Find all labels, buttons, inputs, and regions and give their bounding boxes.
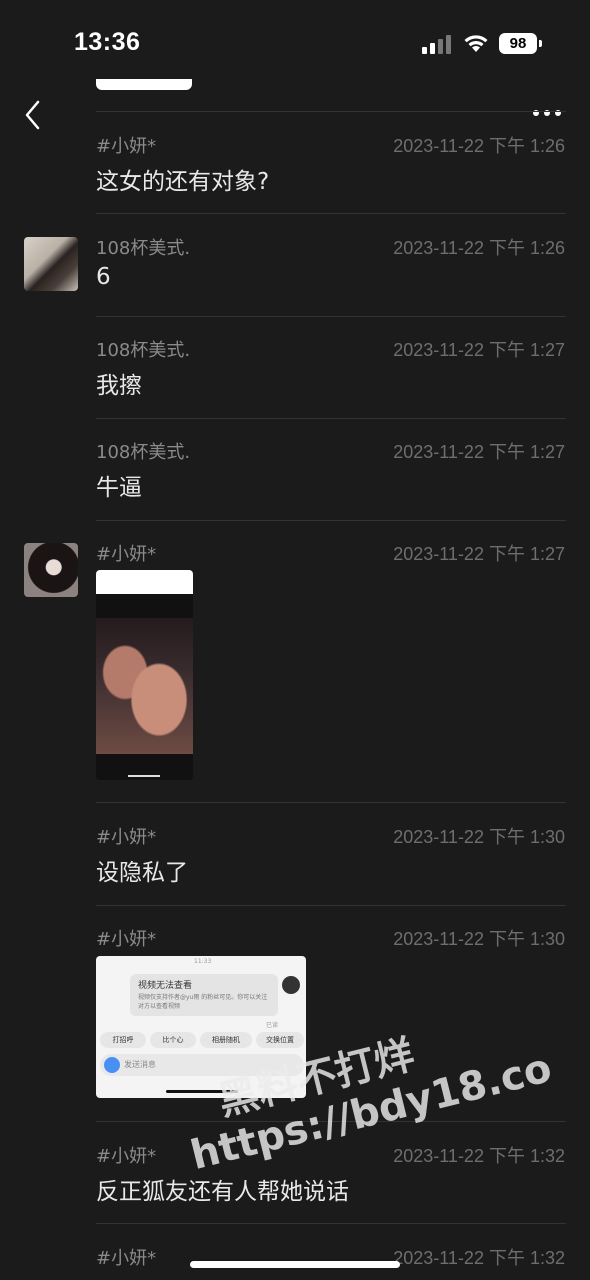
message-text[interactable]: 反正狐友还有人帮她说话 xyxy=(96,1172,349,1206)
sender-name: 108杯美式. xyxy=(96,238,191,259)
chip: 打招呼 xyxy=(100,1032,146,1048)
previous-content-edge xyxy=(96,79,192,90)
chip: 交换位置 xyxy=(256,1032,304,1048)
message-time: 2023-11-22 下午 1:26 xyxy=(393,136,565,156)
divider xyxy=(96,316,566,317)
message-time: 2023-11-22 下午 1:32 xyxy=(393,1146,565,1166)
sender-name: #小妍* xyxy=(96,827,157,848)
message-text[interactable]: 6 xyxy=(96,264,111,290)
screenshot-title: 视频无法查看 xyxy=(138,981,193,991)
screenshot-read-label: 已读 xyxy=(266,1022,279,1029)
status-bar: 13:36 98 xyxy=(0,0,590,90)
sender-name: #小妍* xyxy=(96,929,157,950)
screenshot-input-icon xyxy=(104,1057,120,1073)
divider xyxy=(96,520,566,521)
screenshot-input-placeholder: 发送消息 xyxy=(124,1060,156,1069)
screenshot-body: 视频仅支持作者@yu雨 的粉丝可见。你可以关注对方以查看视频 xyxy=(138,994,268,1010)
back-arrow-icon[interactable] xyxy=(20,97,50,133)
message-text[interactable]: 这女的还有对象? xyxy=(96,162,269,196)
sender-name: #小妍* xyxy=(96,1248,157,1269)
avatar[interactable] xyxy=(24,543,78,597)
message-time: 2023-11-22 下午 1:30 xyxy=(393,827,565,847)
screenshot-avatar xyxy=(282,976,300,994)
message-text[interactable]: 我擦 xyxy=(96,366,142,400)
divider xyxy=(96,111,566,112)
message-time: 2023-11-22 下午 1:26 xyxy=(393,238,565,258)
message-text[interactable]: 设隐私了 xyxy=(96,853,188,887)
divider xyxy=(96,213,566,214)
message-time: 2023-11-22 下午 1:27 xyxy=(393,340,565,360)
sender-name: 108杯美式. xyxy=(96,442,191,463)
chip: 相册随机 xyxy=(200,1032,252,1048)
sender-name: 108杯美式. xyxy=(96,340,191,361)
image-home-bar xyxy=(128,775,160,777)
status-time: 13:36 xyxy=(74,28,141,56)
message-time: 2023-11-22 下午 1:27 xyxy=(393,544,565,564)
home-indicator[interactable] xyxy=(190,1261,400,1268)
battery-tip xyxy=(539,40,542,47)
chip: 比个心 xyxy=(150,1032,196,1048)
screenshot-chips: 打招呼 比个心 相册随机 交换位置 xyxy=(100,1032,304,1048)
wifi-icon xyxy=(464,35,488,52)
message-text[interactable]: 牛逼 xyxy=(96,468,142,502)
photo xyxy=(96,618,193,754)
divider xyxy=(96,1223,566,1224)
more-options-icon[interactable] xyxy=(530,106,564,120)
divider xyxy=(96,418,566,419)
sender-name: #小妍* xyxy=(96,136,157,157)
divider xyxy=(96,802,566,803)
message-time: 2023-11-22 下午 1:27 xyxy=(393,442,565,462)
sender-name: #小妍* xyxy=(96,1146,157,1167)
divider xyxy=(96,905,566,906)
message-time: 2023-11-22 下午 1:30 xyxy=(393,929,565,949)
image-message[interactable] xyxy=(96,570,193,780)
cellular-signal-icon xyxy=(422,34,454,54)
battery-indicator: 98 xyxy=(499,33,537,54)
screenshot-chat-bubble: 视频无法查看 视频仅支持作者@yu雨 的粉丝可见。你可以关注对方以查看视频 xyxy=(130,974,278,1016)
message-time: 2023-11-22 下午 1:32 xyxy=(393,1248,565,1268)
image-status-bar xyxy=(96,570,193,594)
sender-name: #小妍* xyxy=(96,544,157,565)
avatar[interactable] xyxy=(24,237,78,291)
screenshot-time: 11:33 xyxy=(194,958,212,965)
